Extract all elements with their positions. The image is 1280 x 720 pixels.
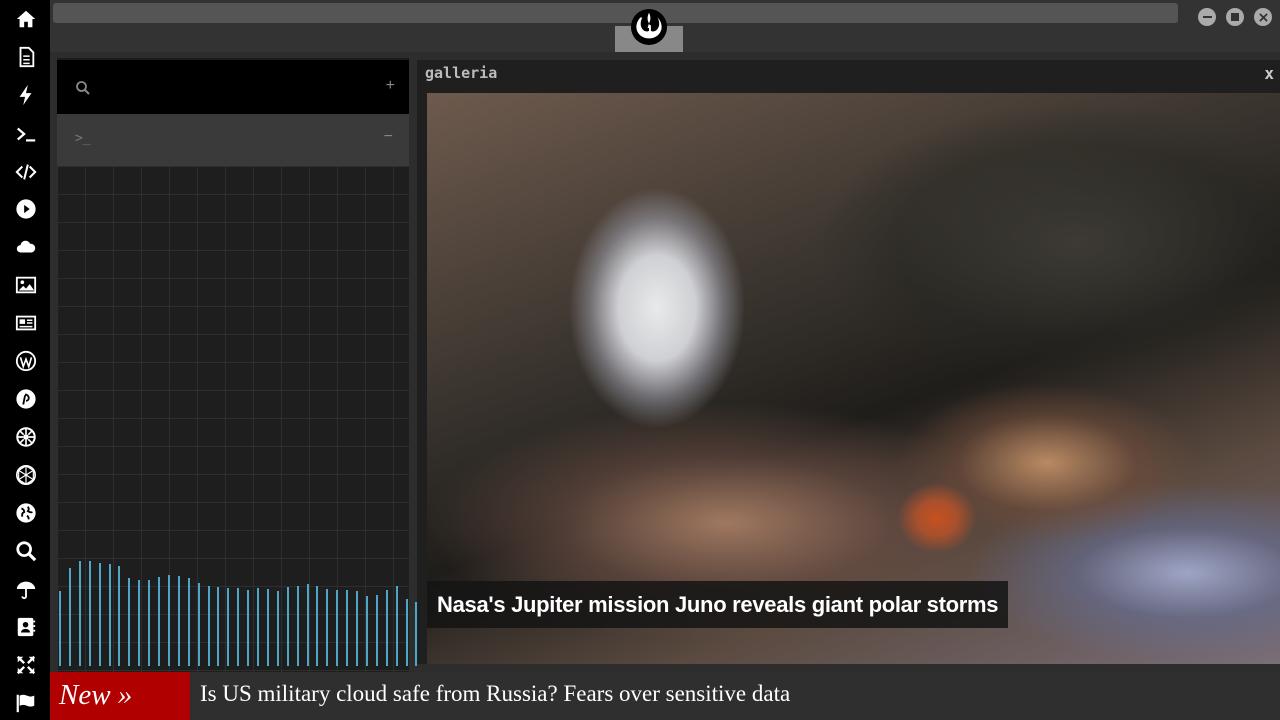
terminal-row[interactable]: >_ − — [57, 114, 409, 166]
visualizer-bars — [57, 546, 418, 666]
address-bar[interactable] — [53, 3, 1178, 23]
pinterest-icon[interactable] — [13, 386, 39, 412]
terminal-prompt: >_ — [75, 131, 91, 146]
visualizer-bar — [247, 590, 250, 666]
visualizer-bar — [237, 588, 240, 666]
visualizer-bar — [98, 563, 101, 666]
document-icon[interactable] — [13, 44, 39, 70]
visualizer-bar — [108, 564, 111, 666]
search-icon[interactable] — [13, 538, 39, 564]
gallery-window: galleria x — [417, 60, 1280, 664]
visualizer-bar — [59, 591, 61, 666]
visualizer-bar — [375, 595, 378, 666]
visualizer-bar — [158, 577, 160, 666]
visualizer-bar — [118, 566, 121, 666]
flag-icon[interactable] — [13, 690, 39, 716]
lightning-icon[interactable] — [13, 82, 39, 108]
visualizer-bar — [177, 576, 180, 666]
search-bar[interactable]: + — [57, 60, 409, 114]
visualizer-bar — [138, 580, 141, 666]
home-icon[interactable] — [13, 6, 39, 32]
visualizer-bar — [336, 590, 339, 666]
top-bar — [50, 0, 1280, 52]
umbrella-icon[interactable] — [13, 576, 39, 602]
visualizer-bar — [197, 583, 200, 666]
visualizer-bar — [227, 588, 230, 666]
contact-icon[interactable] — [13, 614, 39, 640]
minimize-button[interactable] — [1198, 8, 1216, 26]
visualizer-bar — [68, 568, 71, 666]
newspaper-icon[interactable] — [13, 310, 39, 336]
left-panel: + >_ − — [57, 58, 418, 672]
rebel-alliance-icon — [630, 8, 668, 46]
visualizer-bar — [148, 580, 151, 666]
geodesic-icon[interactable] — [13, 462, 39, 488]
image-icon[interactable] — [13, 272, 39, 298]
gallery-caption: Nasa's Jupiter mission Juno reveals gian… — [427, 581, 1009, 628]
visualizer-bar — [88, 561, 91, 666]
visualizer-bar — [187, 578, 190, 666]
empire-icon[interactable] — [13, 424, 39, 450]
visualizer-bar — [326, 589, 329, 666]
search-icon — [76, 81, 90, 95]
visualizer-bar — [356, 591, 358, 666]
visualizer-bar — [405, 599, 408, 666]
cloud-icon[interactable] — [13, 234, 39, 260]
visualizer-bar — [276, 591, 279, 666]
add-button[interactable]: + — [386, 76, 395, 96]
ticker-headline[interactable]: Is US military cloud safe from Russia? F… — [200, 672, 790, 720]
terminal-icon[interactable] — [13, 121, 39, 147]
gallery-title: galleria — [425, 64, 498, 82]
ticker-label: New » — [50, 672, 190, 720]
news-ticker: New » Is US military cloud safe from Rus… — [50, 672, 1280, 720]
visualizer-bar — [306, 584, 309, 666]
visualizer-bar — [257, 588, 259, 666]
visualizer-bar — [207, 586, 210, 666]
visualizer-bar — [395, 586, 398, 666]
visualizer-bar — [296, 586, 299, 666]
visualizer-bar — [316, 586, 319, 666]
visualizer-bar — [346, 590, 349, 666]
visualizer-bar — [385, 590, 388, 666]
app-dock — [0, 0, 50, 720]
desktop: + >_ − galleria x Nasa's Jupiter mission… — [0, 0, 1280, 720]
visualizer-bar — [128, 578, 131, 666]
expand-icon[interactable] — [13, 652, 39, 678]
visualizer-bar — [365, 596, 368, 666]
play-icon[interactable] — [13, 196, 39, 222]
visualizer-grid — [57, 166, 418, 672]
visualizer-bar — [217, 587, 220, 666]
collapse-button[interactable]: − — [384, 128, 393, 146]
visualizer-bar — [266, 589, 269, 666]
visualizer-bar — [167, 575, 170, 666]
globe-icon[interactable] — [13, 500, 39, 526]
gallery-close-button[interactable]: x — [1264, 64, 1274, 83]
gallery-image[interactable] — [427, 93, 1280, 664]
close-window-button[interactable] — [1254, 8, 1272, 26]
maximize-button[interactable] — [1226, 8, 1244, 26]
visualizer-bar — [286, 587, 289, 666]
wordpress-icon[interactable] — [13, 348, 39, 374]
code-icon[interactable] — [13, 159, 39, 185]
visualizer-bar — [78, 561, 81, 666]
